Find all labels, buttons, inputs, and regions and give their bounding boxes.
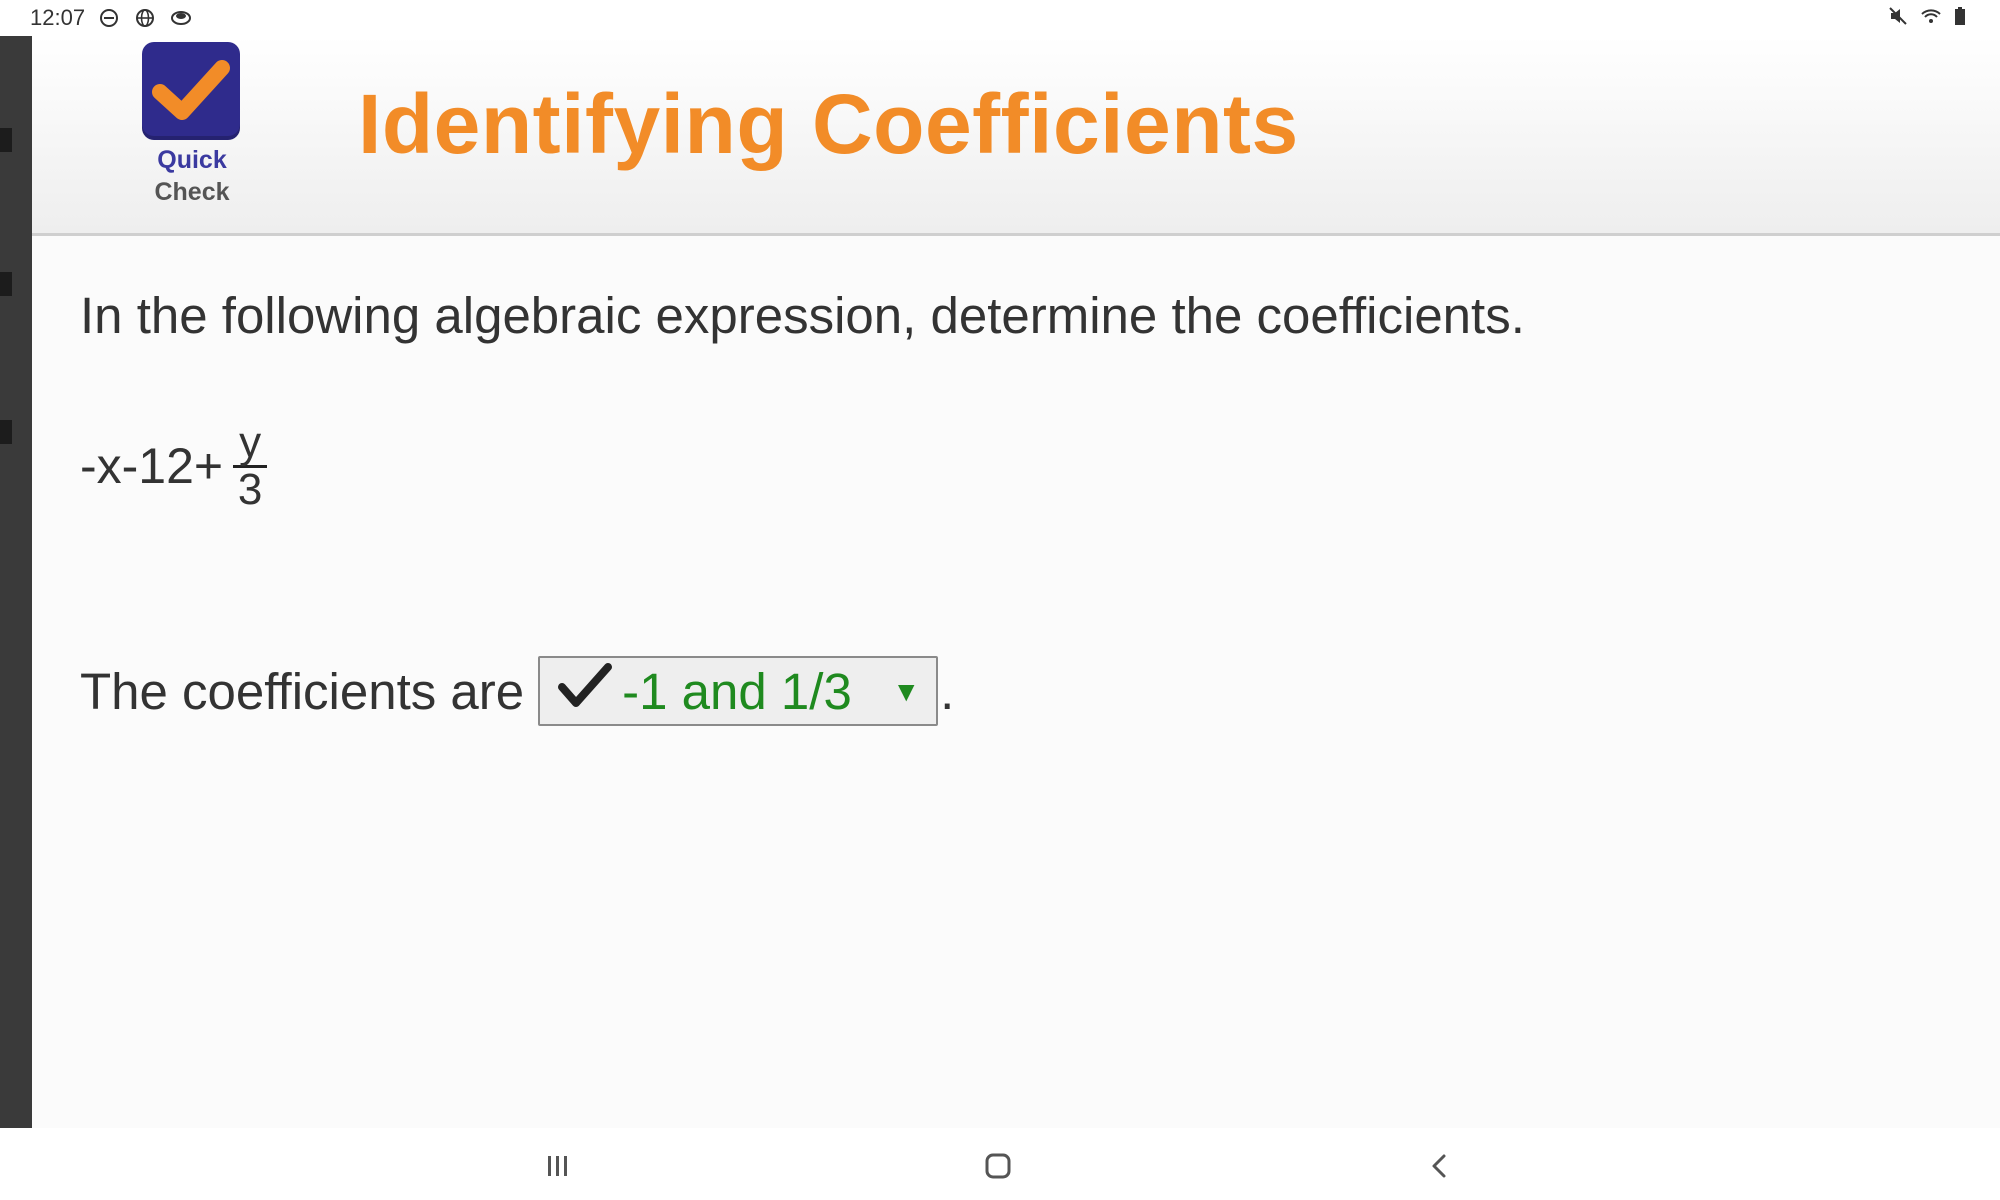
question-text: In the following algebraic expression, d… [80, 287, 1525, 344]
back-icon [1432, 1154, 1446, 1178]
answer-suffix: . [940, 662, 955, 720]
wifi-icon [1920, 6, 1942, 32]
answer-line: The coefficients are -1 and 1/3 ▼ . [80, 656, 954, 726]
edge-marker [0, 420, 12, 444]
app-window: Quick Check Identifying Coefficients In … [32, 36, 2000, 1128]
recent-apps-button[interactable] [538, 1146, 578, 1186]
quick-check-logo: Quick Check [142, 42, 242, 212]
logo-caption: Quick [157, 146, 227, 174]
page-title: Identifying Coefficients [358, 77, 1299, 171]
home-button[interactable] [978, 1146, 1018, 1186]
expression-prefix: -x-12+ [80, 438, 224, 494]
edge-marker [0, 272, 12, 296]
answer-prefix: The coefficients are [80, 662, 525, 720]
home-icon [985, 1153, 1011, 1179]
screen: 12:07 Quick Check Identifying Coefficien… [0, 0, 2000, 1200]
do-not-disturb-icon [97, 6, 121, 30]
header: Quick Check Identifying Coefficients [32, 36, 2000, 236]
checkmark-logo-icon [142, 42, 240, 140]
fraction: y 3 [233, 420, 268, 514]
selected-answer: -1 and 1/3 [622, 662, 852, 720]
recent-apps-icon [548, 1156, 567, 1176]
correct-check-icon [556, 661, 613, 721]
fraction-denominator: 3 [237, 464, 263, 514]
left-edge-panel [0, 36, 32, 1128]
status-bar: 12:07 [0, 0, 2000, 36]
status-time: 12:07 [30, 5, 86, 30]
edge-marker [0, 128, 12, 152]
battery-icon [1954, 6, 1966, 32]
question-content: In the following algebraic expression, d… [80, 286, 1960, 726]
dropdown-arrow-icon: ▼ [892, 676, 921, 707]
answer-dropdown[interactable]: -1 and 1/3 ▼ [538, 656, 939, 726]
fraction-numerator: y [233, 420, 268, 468]
mute-icon [1888, 6, 1908, 32]
globe-icon [133, 6, 157, 30]
navigation-bar [0, 1128, 2000, 1200]
logo-caption: Check [154, 178, 230, 206]
cloud-icon [169, 6, 193, 30]
algebraic-expression: -x-12+ y 3 [80, 416, 268, 516]
back-button[interactable] [1420, 1146, 1460, 1186]
